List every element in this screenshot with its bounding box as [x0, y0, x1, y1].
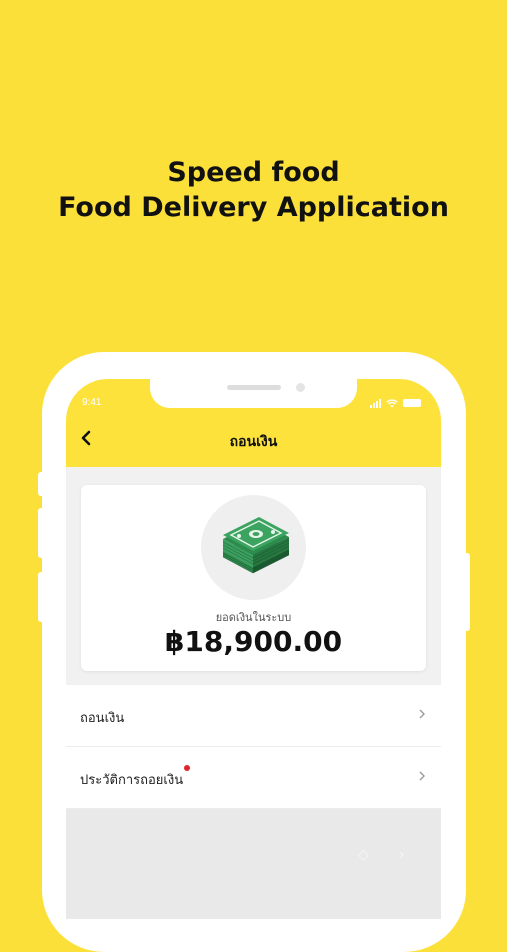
signal-icon [370, 398, 381, 408]
balance-card: ยอดเงินในระบบ ฿18,900.00 [81, 485, 426, 671]
menu-item-label-text: ประวัติการถอยเงิน [80, 773, 184, 788]
menu-item-label: ถอนเงิน [80, 711, 125, 726]
money-stack-icon [201, 495, 306, 600]
notification-dot-icon [184, 765, 191, 771]
headline-line-1: Speed food [167, 157, 340, 188]
page-title: ถอนเงิน [229, 434, 278, 450]
phone-notch [150, 379, 357, 408]
chevron-right-icon [418, 705, 426, 724]
menu-item-withdraw[interactable]: ถอนเงิน [66, 685, 441, 747]
chevron-right-icon [418, 767, 426, 786]
status-time: 9:41 [82, 397, 102, 408]
menu-item-label: ประวัติการถอยเงิน [80, 765, 191, 790]
headline-line-2: Food Delivery Application [58, 192, 449, 223]
wifi-icon [386, 398, 398, 407]
status-icons [370, 397, 421, 409]
balance-label: ยอดเงินในระบบ [215, 611, 292, 624]
faint-icon: › [399, 847, 405, 863]
faint-icon: ◇ [358, 847, 369, 863]
promo-headline: Speed food Food Delivery Application [0, 155, 507, 225]
battery-icon [403, 399, 421, 407]
menu-item-withdraw-history[interactable]: ประวัติการถอยเงิน [66, 747, 441, 809]
balance-amount: ฿18,900.00 [164, 625, 343, 658]
empty-content-area: ◇ › [66, 809, 441, 919]
phone-screen: 9:41 ถอนเงิน ยอดเงินในระบบ ฿18,900.00 ถอ… [66, 379, 441, 919]
phone-speaker [227, 385, 281, 390]
menu-list: ถอนเงิน ประวัติการถอยเงิน [66, 685, 441, 809]
phone-camera [296, 383, 305, 392]
